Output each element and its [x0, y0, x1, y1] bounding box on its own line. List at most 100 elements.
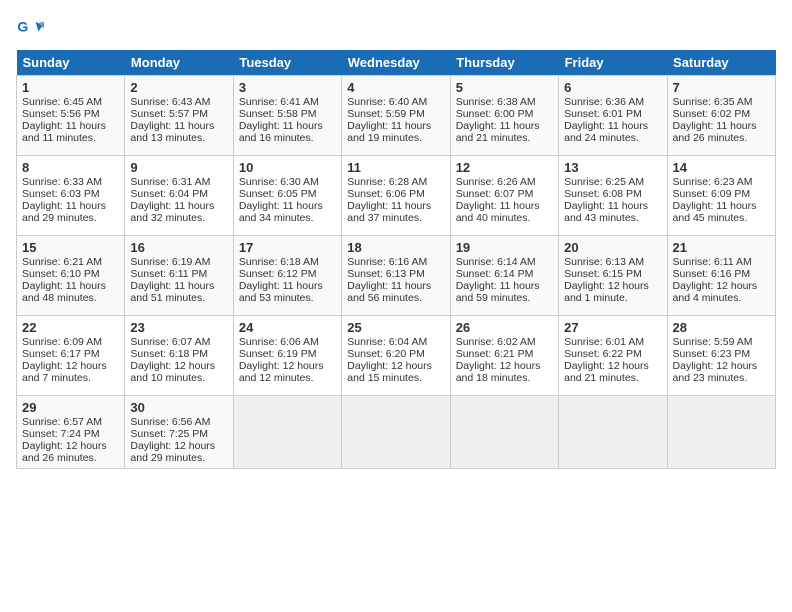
day-number: 23: [130, 320, 227, 335]
calendar-cell: 25Sunrise: 6:04 AMSunset: 6:20 PMDayligh…: [342, 316, 450, 396]
day-number: 26: [456, 320, 553, 335]
sunset-text: Sunset: 6:17 PM: [22, 348, 100, 360]
day-number: 3: [239, 80, 336, 95]
day-number: 25: [347, 320, 444, 335]
day-number: 7: [673, 80, 770, 95]
calendar-cell: 9Sunrise: 6:31 AMSunset: 6:04 PMDaylight…: [125, 156, 233, 236]
calendar-cell: 8Sunrise: 6:33 AMSunset: 6:03 PMDaylight…: [17, 156, 125, 236]
calendar-cell: 18Sunrise: 6:16 AMSunset: 6:13 PMDayligh…: [342, 236, 450, 316]
sunset-text: Sunset: 6:07 PM: [456, 188, 534, 200]
calendar-cell: 26Sunrise: 6:02 AMSunset: 6:21 PMDayligh…: [450, 316, 558, 396]
day-number: 14: [673, 160, 770, 175]
calendar-cell: 12Sunrise: 6:26 AMSunset: 6:07 PMDayligh…: [450, 156, 558, 236]
calendar-cell: 10Sunrise: 6:30 AMSunset: 6:05 PMDayligh…: [233, 156, 341, 236]
day-number: 21: [673, 240, 770, 255]
sunrise-text: Sunrise: 6:14 AM: [456, 256, 536, 268]
sunset-text: Sunset: 6:22 PM: [564, 348, 642, 360]
page-container: G SundayMondayTuesdayWednesdayThursdayFr…: [0, 0, 792, 477]
daylight-text: Daylight: 11 hours and 59 minutes.: [456, 280, 540, 304]
calendar-cell: [450, 396, 558, 469]
calendar-cell: 21Sunrise: 6:11 AMSunset: 6:16 PMDayligh…: [667, 236, 775, 316]
calendar-cell: 27Sunrise: 6:01 AMSunset: 6:22 PMDayligh…: [559, 316, 667, 396]
day-number: 15: [22, 240, 119, 255]
sunrise-text: Sunrise: 6:11 AM: [673, 256, 752, 268]
daylight-text: Daylight: 11 hours and 45 minutes.: [673, 200, 757, 224]
sunrise-text: Sunrise: 6:41 AM: [239, 96, 319, 108]
sunset-text: Sunset: 6:10 PM: [22, 268, 100, 280]
calendar-cell: 5Sunrise: 6:38 AMSunset: 6:00 PMDaylight…: [450, 76, 558, 156]
sunrise-text: Sunrise: 6:25 AM: [564, 176, 644, 188]
calendar-cell: 19Sunrise: 6:14 AMSunset: 6:14 PMDayligh…: [450, 236, 558, 316]
sunrise-text: Sunrise: 6:18 AM: [239, 256, 319, 268]
sunset-text: Sunset: 6:04 PM: [130, 188, 208, 200]
calendar-cell: [342, 396, 450, 469]
sunrise-text: Sunrise: 6:40 AM: [347, 96, 427, 108]
sunrise-text: Sunrise: 6:26 AM: [456, 176, 536, 188]
col-header-saturday: Saturday: [667, 50, 775, 76]
col-header-friday: Friday: [559, 50, 667, 76]
sunrise-text: Sunrise: 6:31 AM: [130, 176, 210, 188]
calendar-cell: 4Sunrise: 6:40 AMSunset: 5:59 PMDaylight…: [342, 76, 450, 156]
daylight-text: Daylight: 12 hours and 15 minutes.: [347, 360, 432, 384]
day-number: 27: [564, 320, 661, 335]
day-number: 4: [347, 80, 444, 95]
sunrise-text: Sunrise: 6:01 AM: [564, 336, 644, 348]
daylight-text: Daylight: 11 hours and 13 minutes.: [130, 120, 214, 144]
calendar-cell: 2Sunrise: 6:43 AMSunset: 5:57 PMDaylight…: [125, 76, 233, 156]
daylight-text: Daylight: 11 hours and 40 minutes.: [456, 200, 540, 224]
sunset-text: Sunset: 6:13 PM: [347, 268, 425, 280]
day-number: 1: [22, 80, 119, 95]
sunrise-text: Sunrise: 6:57 AM: [22, 416, 102, 428]
daylight-text: Daylight: 11 hours and 34 minutes.: [239, 200, 323, 224]
daylight-text: Daylight: 12 hours and 23 minutes.: [673, 360, 758, 384]
sunset-text: Sunset: 6:11 PM: [130, 268, 207, 280]
daylight-text: Daylight: 11 hours and 53 minutes.: [239, 280, 323, 304]
calendar-cell: [233, 396, 341, 469]
sunrise-text: Sunrise: 5:59 AM: [673, 336, 753, 348]
calendar-cell: 20Sunrise: 6:13 AMSunset: 6:15 PMDayligh…: [559, 236, 667, 316]
day-number: 28: [673, 320, 770, 335]
calendar-cell: 1Sunrise: 6:45 AMSunset: 5:56 PMDaylight…: [17, 76, 125, 156]
calendar-cell: 16Sunrise: 6:19 AMSunset: 6:11 PMDayligh…: [125, 236, 233, 316]
sunrise-text: Sunrise: 6:06 AM: [239, 336, 319, 348]
sunrise-text: Sunrise: 6:43 AM: [130, 96, 210, 108]
sunset-text: Sunset: 6:05 PM: [239, 188, 317, 200]
day-number: 5: [456, 80, 553, 95]
sunrise-text: Sunrise: 6:38 AM: [456, 96, 536, 108]
sunset-text: Sunset: 5:58 PM: [239, 108, 317, 120]
col-header-sunday: Sunday: [17, 50, 125, 76]
day-number: 12: [456, 160, 553, 175]
daylight-text: Daylight: 11 hours and 11 minutes.: [22, 120, 106, 144]
logo-icon: G: [16, 16, 44, 44]
sunrise-text: Sunrise: 6:36 AM: [564, 96, 644, 108]
sunset-text: Sunset: 6:23 PM: [673, 348, 751, 360]
calendar-cell: 15Sunrise: 6:21 AMSunset: 6:10 PMDayligh…: [17, 236, 125, 316]
day-number: 24: [239, 320, 336, 335]
header: G: [16, 16, 776, 44]
sunrise-text: Sunrise: 6:23 AM: [673, 176, 753, 188]
sunrise-text: Sunrise: 6:07 AM: [130, 336, 210, 348]
calendar-cell: 17Sunrise: 6:18 AMSunset: 6:12 PMDayligh…: [233, 236, 341, 316]
calendar-cell: 6Sunrise: 6:36 AMSunset: 6:01 PMDaylight…: [559, 76, 667, 156]
calendar-cell: 30Sunrise: 6:56 AMSunset: 7:25 PMDayligh…: [125, 396, 233, 469]
sunset-text: Sunset: 6:18 PM: [130, 348, 208, 360]
daylight-text: Daylight: 12 hours and 18 minutes.: [456, 360, 541, 384]
day-number: 30: [130, 400, 227, 415]
sunset-text: Sunset: 6:02 PM: [673, 108, 751, 120]
day-number: 9: [130, 160, 227, 175]
day-number: 18: [347, 240, 444, 255]
daylight-text: Daylight: 11 hours and 29 minutes.: [22, 200, 106, 224]
sunrise-text: Sunrise: 6:35 AM: [673, 96, 753, 108]
sunset-text: Sunset: 6:14 PM: [456, 268, 534, 280]
daylight-text: Daylight: 12 hours and 12 minutes.: [239, 360, 324, 384]
sunset-text: Sunset: 6:03 PM: [22, 188, 100, 200]
sunrise-text: Sunrise: 6:33 AM: [22, 176, 102, 188]
svg-text:G: G: [17, 18, 28, 34]
day-number: 19: [456, 240, 553, 255]
sunset-text: Sunset: 6:08 PM: [564, 188, 642, 200]
sunrise-text: Sunrise: 6:04 AM: [347, 336, 427, 348]
calendar-cell: 22Sunrise: 6:09 AMSunset: 6:17 PMDayligh…: [17, 316, 125, 396]
calendar-cell: 11Sunrise: 6:28 AMSunset: 6:06 PMDayligh…: [342, 156, 450, 236]
daylight-text: Daylight: 12 hours and 10 minutes.: [130, 360, 215, 384]
daylight-text: Daylight: 11 hours and 16 minutes.: [239, 120, 323, 144]
